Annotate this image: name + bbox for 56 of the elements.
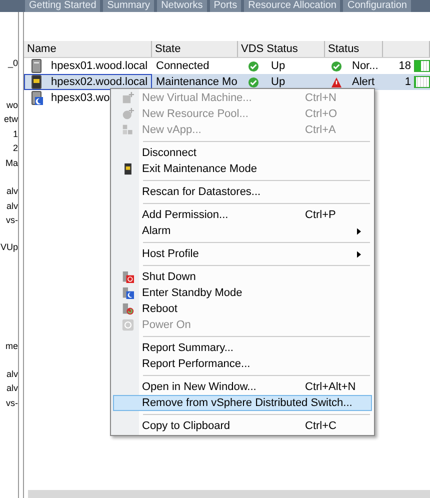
- menu-item[interactable]: Rescan for Datastores...: [113, 184, 372, 200]
- server-icon: [31, 59, 43, 73]
- menu-item[interactable]: Report Summary...: [113, 340, 372, 356]
- maintenance-host-icon: [31, 75, 43, 89]
- tree-item-text[interactable]: vs-: [6, 213, 18, 228]
- menu-item[interactable]: Copy to Clipboard Ctrl+C: [113, 418, 372, 434]
- table-cell-text: Up: [271, 75, 286, 90]
- tree-item-text[interactable]: vs-: [6, 396, 18, 410]
- table-cell-text: Up: [271, 59, 286, 74]
- tree-item-text[interactable]: alv: [6, 184, 18, 198]
- menu-item[interactable]: Add Permission... Ctrl+P: [113, 207, 372, 223]
- column-header[interactable]: VDS Status: [238, 41, 325, 57]
- reboot-icon: [122, 303, 134, 315]
- menu-item[interactable]: Reboot: [113, 301, 372, 317]
- new-app-icon: [122, 124, 134, 136]
- table-cell-text: 18: [398, 59, 411, 74]
- standby-host-icon: [31, 91, 43, 105]
- power-off-icon: [122, 271, 134, 283]
- column-header[interactable]: Name: [24, 41, 152, 57]
- table-cell-text: Maintenance Mo: [155, 75, 238, 90]
- horizontal-scrollbar[interactable]: [28, 490, 430, 498]
- standby-icon: [122, 287, 134, 299]
- tree-item-text[interactable]: Ma: [5, 156, 18, 170]
- menu-item[interactable]: Shut Down: [113, 269, 372, 285]
- menu-item[interactable]: Enter Standby Mode: [113, 285, 372, 301]
- menu-item[interactable]: Open in New Window... Ctrl+Alt+N: [113, 379, 372, 395]
- table-cell-text: 1: [404, 75, 411, 90]
- column-header[interactable]: Status: [325, 41, 383, 57]
- new-pool-icon: [122, 108, 134, 120]
- tree-item-text[interactable]: alv: [6, 381, 18, 396]
- tree-item-text[interactable]: etw: [4, 112, 18, 126]
- usage-meter: [414, 76, 430, 88]
- tree-item-text[interactable]: 1: [12, 126, 18, 141]
- new-machine-icon: [122, 92, 134, 104]
- host-name-cell[interactable]: hpesx02.wood.local: [24, 74, 152, 90]
- menu-item[interactable]: Disconnect: [113, 145, 372, 161]
- menu-item[interactable]: Remove from vSphere Distributed Switch...: [113, 395, 372, 411]
- host-name-cell[interactable]: hpesx01.wood.local: [24, 58, 152, 74]
- tree-item-text[interactable]: alv: [6, 366, 18, 381]
- tree-item-text[interactable]: me: [5, 339, 18, 354]
- menu-item[interactable]: Host Profile: [113, 246, 372, 262]
- table-cell-text: Nor...: [352, 59, 378, 74]
- menu-item[interactable]: Exit Maintenance Mode: [113, 161, 372, 177]
- menu-item[interactable]: Report Performance...: [113, 356, 372, 372]
- tree-item-text[interactable]: 2: [12, 141, 18, 156]
- column-header[interactable]: State: [152, 41, 238, 57]
- table-cell-text: Connected: [155, 59, 210, 74]
- tree-item-text[interactable]: alv: [6, 198, 18, 213]
- tree-item-text[interactable]: VUp: [0, 240, 18, 254]
- power-icon: [122, 319, 134, 331]
- menu-item[interactable]: Alarm: [113, 223, 372, 239]
- tree-item-text[interactable]: wo: [6, 98, 18, 112]
- server-icon: [122, 163, 134, 175]
- table-cell-text: Alert: [352, 75, 375, 90]
- usage-meter: [414, 60, 430, 72]
- tree-item-text[interactable]: _0: [8, 56, 18, 70]
